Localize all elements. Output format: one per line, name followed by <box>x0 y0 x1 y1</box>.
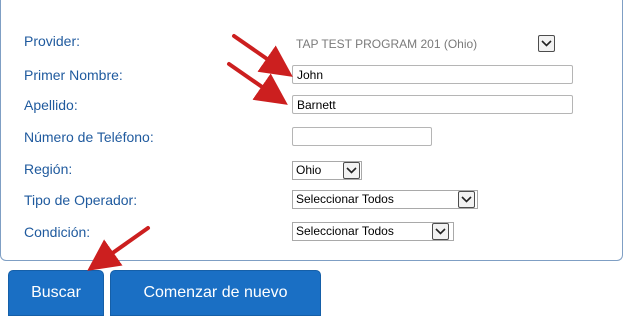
last-name-label: Apellido: <box>24 97 78 113</box>
search-form-panel: Provider: TAP TEST PROGRAM 201 (Ohio) Pr… <box>0 0 623 261</box>
condition-select[interactable]: Seleccionar Todos <box>292 222 454 241</box>
provider-label: Provider: <box>24 33 81 49</box>
start-over-button[interactable]: Comenzar de nuevo <box>110 270 321 316</box>
provider-selected-value: TAP TEST PROGRAM 201 (Ohio) <box>296 37 478 51</box>
first-name-input[interactable] <box>292 65 573 84</box>
phone-input[interactable] <box>292 127 432 146</box>
operator-type-label: Tipo de Operador: <box>24 192 138 208</box>
operator-type-select-frame <box>292 190 478 209</box>
chevron-down-icon[interactable] <box>432 223 449 240</box>
first-name-label: Primer Nombre: <box>24 67 123 83</box>
provider-select[interactable]: TAP TEST PROGRAM 201 (Ohio) <box>292 35 564 54</box>
operator-type-select[interactable]: Seleccionar Todos <box>292 190 478 209</box>
chevron-down-icon[interactable] <box>343 162 360 179</box>
search-form-screen: Provider: TAP TEST PROGRAM 201 (Ohio) Pr… <box>0 0 626 316</box>
phone-label: Número de Teléfono: <box>24 129 154 145</box>
condition-select-frame <box>292 222 454 241</box>
condition-label: Condición: <box>24 224 91 240</box>
last-name-input[interactable] <box>292 95 573 114</box>
chevron-down-icon[interactable] <box>458 191 475 208</box>
region-label: Región: <box>24 161 73 177</box>
region-select[interactable]: Ohio <box>292 161 362 180</box>
chevron-down-icon[interactable] <box>538 35 555 52</box>
search-button[interactable]: Buscar <box>8 270 104 316</box>
